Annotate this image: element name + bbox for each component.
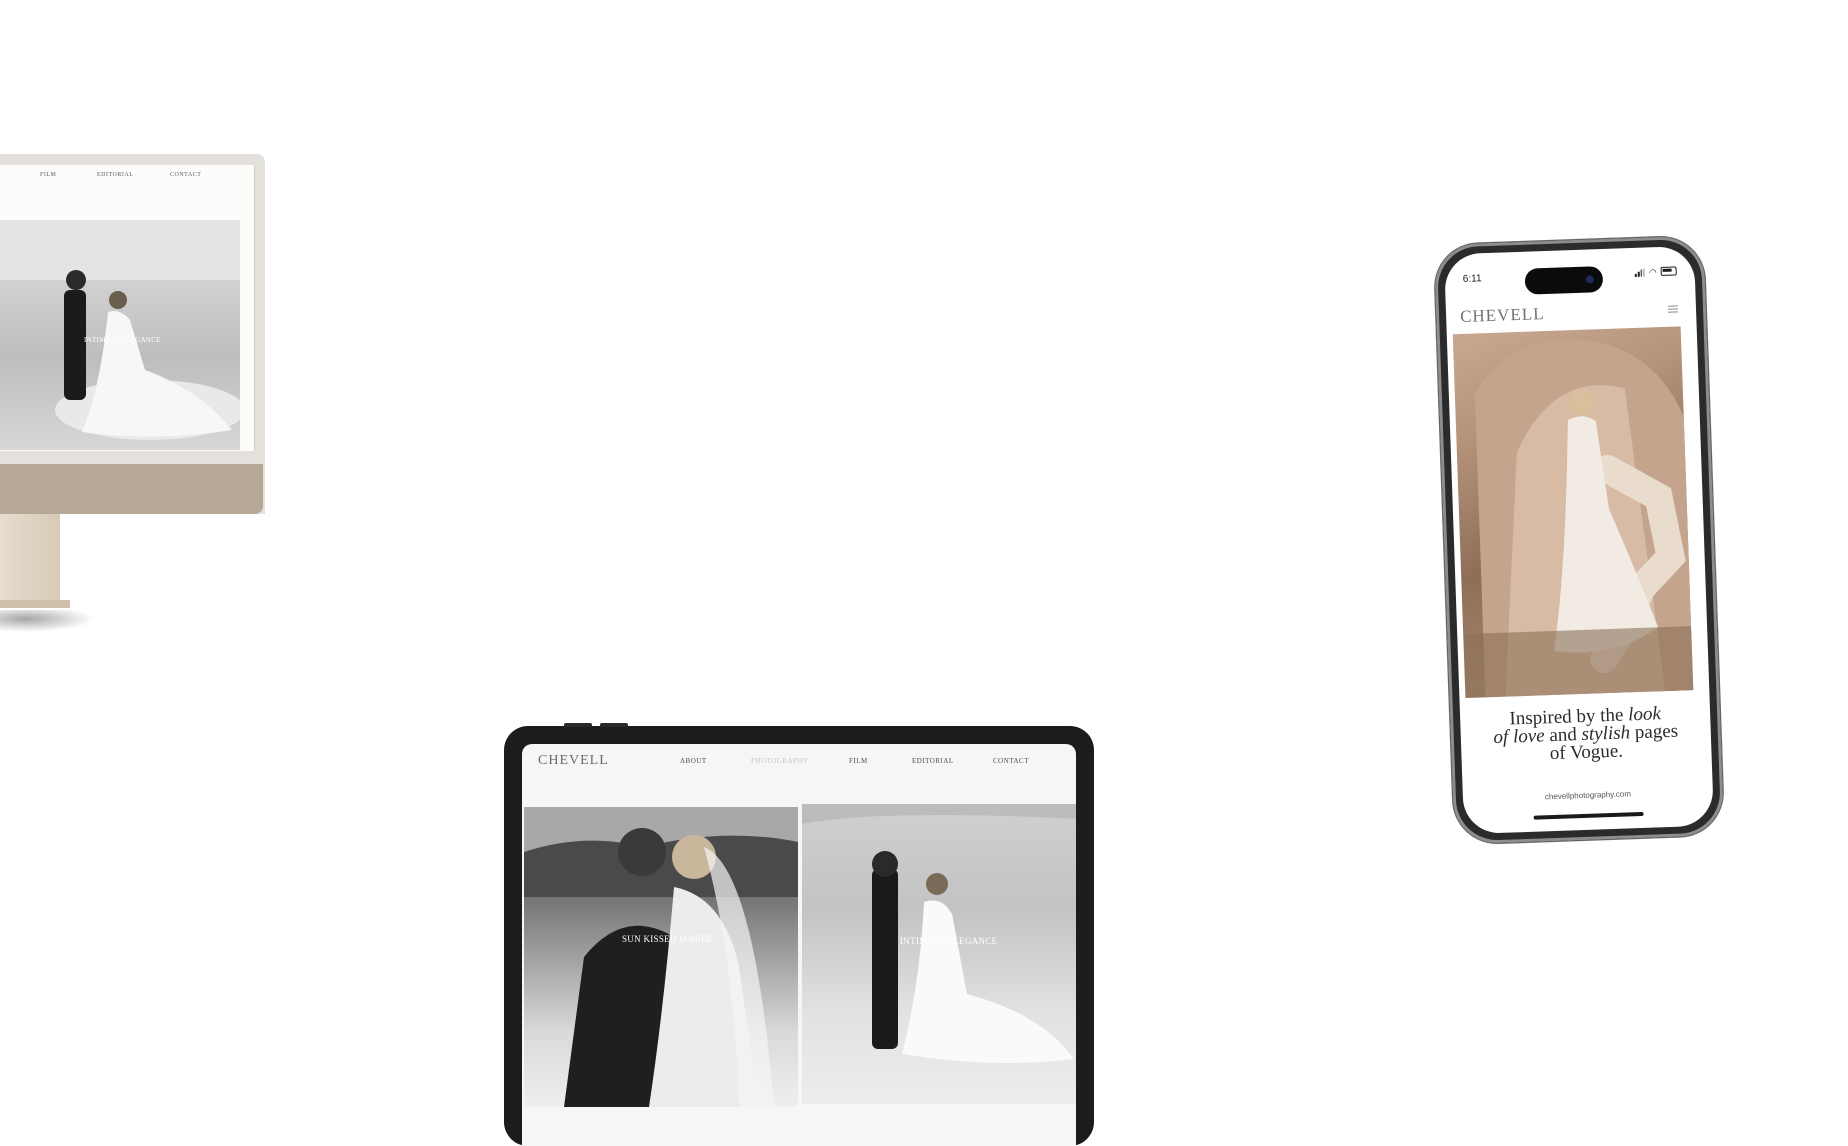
imac-display: FILM EDITORIAL CONTACT INTIMATE ELEGANCE [0, 165, 255, 451]
ipad-volume-button-2 [600, 723, 628, 727]
phone-url-bar[interactable]: chevellphotography.com [1463, 786, 1713, 804]
ipad-nav-editorial[interactable]: EDITORIAL [912, 757, 954, 765]
ipad-photo-sun-kissed[interactable]: SUN KISSED SOIRÉE [524, 807, 798, 1107]
imac-nav-editorial[interactable]: EDITORIAL [97, 172, 133, 178]
phone-logo[interactable]: CHEVELL [1460, 304, 1545, 327]
imac-nav-contact[interactable]: CONTACT [170, 172, 201, 178]
phone-tagline: Inspired by the look of love and stylish… [1460, 703, 1712, 767]
home-indicator[interactable] [1533, 811, 1644, 820]
ipad-couple-illustration [802, 804, 1076, 1063]
imac-mockup: FILM EDITORIAL CONTACT INTIMATE ELEGANCE [0, 0, 300, 660]
imac-couple-illustration [0, 220, 240, 440]
wifi-icon: ◠ [1648, 266, 1657, 277]
imac-photo-caption: INTIMATE ELEGANCE [84, 336, 161, 344]
tagline-part4: of Vogue. [1549, 740, 1624, 765]
iphone-frame: 6:11 ◠ CHEVELL Inspired by the look of l… [1433, 235, 1725, 845]
ipad-photo-intimate-elegance[interactable]: INTIMATE ELEGANCE [802, 804, 1076, 1104]
ipad-kiss-illustration [524, 807, 798, 1107]
imac-nav-film[interactable]: FILM [40, 172, 56, 178]
status-time: 6:11 [1462, 273, 1482, 285]
iphone-screen: 6:11 ◠ CHEVELL Inspired by the look of l… [1443, 245, 1715, 835]
imac-chin [0, 464, 263, 514]
phone-bride-illustration [1463, 338, 1694, 699]
iphone-mockup: 6:11 ◠ CHEVELL Inspired by the look of l… [1433, 235, 1725, 845]
phone-bride-photo[interactable] [1452, 326, 1694, 699]
ipad-nav-contact[interactable]: CONTACT [993, 757, 1029, 765]
imac-nav: FILM EDITORIAL CONTACT [0, 172, 254, 184]
dynamic-island [1524, 266, 1604, 295]
imac-stand [0, 514, 60, 608]
imac-foot [0, 600, 70, 608]
battery-icon [1660, 266, 1677, 276]
tagline-part3: pages [1629, 720, 1679, 744]
cellular-signal-icon [1634, 268, 1645, 277]
ipad-nav-film[interactable]: FILM [849, 757, 868, 765]
hamburger-menu-icon[interactable] [1667, 305, 1679, 314]
ipad-nav-photography[interactable]: PHOTOGRAPHY [751, 757, 809, 765]
front-camera-icon [1585, 275, 1595, 284]
ipad-nav-about[interactable]: ABOUT [680, 757, 707, 765]
ipad-right-caption: INTIMATE ELEGANCE [900, 936, 998, 946]
ipad-left-caption: SUN KISSED SOIRÉE [622, 934, 713, 944]
ipad-screen: CHEVELL ABOUT PHOTOGRAPHY FILM EDITORIAL… [522, 744, 1076, 1146]
status-icons: ◠ [1634, 266, 1677, 277]
ipad-logo[interactable]: CHEVELL [538, 753, 609, 769]
ipad-mockup: CHEVELL ABOUT PHOTOGRAPHY FILM EDITORIAL… [504, 723, 1094, 1146]
tagline-em-of-love: of love [1493, 725, 1546, 749]
imac-wedding-photo[interactable]: INTIMATE ELEGANCE [0, 220, 240, 450]
ipad-volume-button [564, 723, 592, 727]
imac-shadow [0, 610, 95, 632]
